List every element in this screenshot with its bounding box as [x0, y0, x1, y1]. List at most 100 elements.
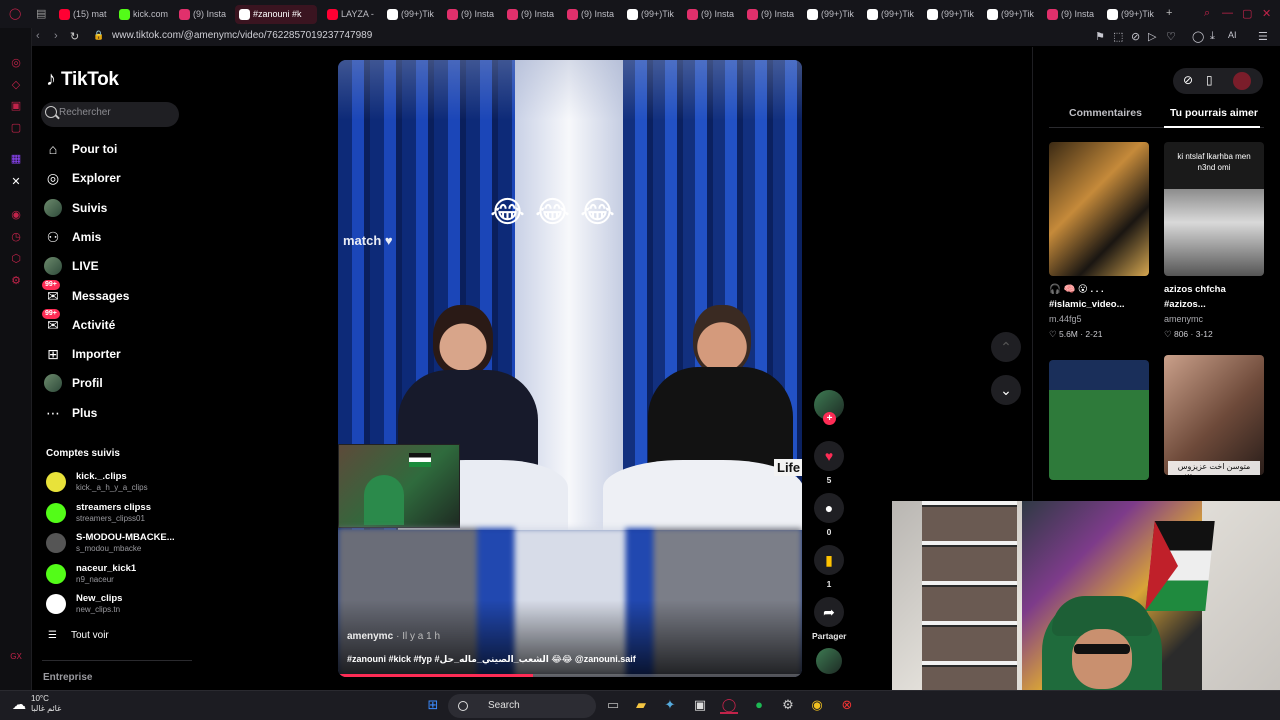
- nav-item-live[interactable]: LIVE: [44, 255, 184, 277]
- video-author[interactable]: amenymc · Il y a 1 h: [347, 631, 440, 642]
- share-button[interactable]: ➦ Partager: [812, 597, 847, 641]
- browser-tab[interactable]: (99+)Tik: [923, 5, 981, 24]
- maximize-button[interactable]: ▢: [1242, 7, 1252, 20]
- nav-item-amis[interactable]: ⚇ Amis: [44, 226, 184, 248]
- store-icon[interactable]: ▣: [691, 696, 709, 714]
- bookmark-icon[interactable]: ⚑: [1095, 30, 1105, 43]
- video-thumbnail[interactable]: ki ntslaf lkarhba men n3nd omi: [1164, 142, 1264, 276]
- next-video-button[interactable]: ⌄: [991, 375, 1021, 405]
- heart-icon[interactable]: ♡: [1166, 30, 1176, 43]
- gx-icon[interactable]: GX: [9, 650, 23, 664]
- video-thumbnail[interactable]: [1049, 360, 1149, 480]
- browser-tab[interactable]: (9) Insta: [683, 5, 741, 24]
- follow-plus-icon[interactable]: +: [823, 412, 836, 425]
- nav-item-explorer[interactable]: ◎ Explorer: [44, 167, 184, 189]
- browser-tab[interactable]: (9) Insta: [563, 5, 621, 24]
- video-thumbnail[interactable]: [1049, 142, 1149, 276]
- compass-icon[interactable]: ⊘: [1183, 73, 1193, 87]
- see-all-button[interactable]: ☰ Tout voir: [48, 630, 109, 641]
- followed-account[interactable]: S-MODOU-MBACKE... s_modou_mbacke: [46, 531, 186, 557]
- close-window-button[interactable]: ✕: [1262, 7, 1271, 20]
- nav-item-profil[interactable]: Profil: [44, 372, 184, 394]
- settings-icon[interactable]: ⚙: [9, 274, 23, 288]
- creator-avatar-button[interactable]: +: [812, 390, 846, 425]
- browser-tab[interactable]: (99+)Tik: [863, 5, 921, 24]
- entreprise-link[interactable]: Entreprise: [43, 672, 92, 683]
- like-button[interactable]: ♥ 5: [812, 441, 846, 485]
- forward-button[interactable]: ›: [54, 30, 58, 42]
- video-thumbnail[interactable]: متوسن اخت عزيزوس تصرح عن سبب طلاق عزيزو …: [1164, 355, 1264, 475]
- browser-tab[interactable]: (99+)Tik: [1103, 5, 1161, 24]
- player-icon[interactable]: ◉: [9, 208, 23, 222]
- browser-tab[interactable]: (9) Insta: [743, 5, 801, 24]
- browser-tab[interactable]: (99+)Tik: [803, 5, 861, 24]
- video-player[interactable]: 😂 😂 😂 match ♥ Life amenymc · Il y a 1 h #…: [338, 60, 802, 677]
- video-caption[interactable]: #zanouni #kick #fyp #الشعب_الصيني_ماله_ح…: [347, 654, 636, 665]
- save-button[interactable]: ▮ 1: [812, 545, 846, 589]
- browser-tab[interactable]: (99+)Tik: [383, 5, 441, 24]
- spotify-icon[interactable]: ●: [750, 696, 768, 714]
- comment-button[interactable]: ● 0: [812, 493, 846, 537]
- tiktok-logo[interactable]: ♪ TikTok: [46, 68, 119, 91]
- chrome-icon[interactable]: ◉: [808, 696, 826, 714]
- minimize-button[interactable]: —: [1222, 7, 1233, 19]
- snapshot-icon[interactable]: ⬚: [1113, 30, 1123, 43]
- history-icon[interactable]: ◷: [9, 230, 23, 244]
- workspaces-icon[interactable]: ▤: [36, 7, 46, 20]
- play-icon[interactable]: ▷: [1148, 30, 1156, 43]
- followed-account[interactable]: New_clips new_clips.tn: [46, 592, 186, 618]
- taskbar-search[interactable]: Search: [448, 694, 596, 718]
- messenger-icon[interactable]: ▣: [9, 99, 23, 113]
- search-input[interactable]: [59, 107, 169, 118]
- app-icon[interactable]: ⊗: [838, 696, 856, 714]
- file-explorer-icon[interactable]: ▰: [632, 696, 650, 714]
- browser-tab[interactable]: kick.com: [115, 5, 173, 24]
- windows-start-icon[interactable]: ⊞: [424, 696, 442, 714]
- steam-icon[interactable]: ⚙: [779, 696, 797, 714]
- phone-icon[interactable]: ▯: [1206, 73, 1213, 87]
- tab-comments[interactable]: Commentaires: [1069, 107, 1142, 119]
- download-icon[interactable]: ⤓: [1210, 30, 1215, 43]
- tab-recommended[interactable]: Tu pourrais aimer: [1170, 107, 1258, 119]
- browser-tab[interactable]: (99+)Tik: [623, 5, 681, 24]
- search-box[interactable]: [41, 102, 179, 127]
- video-progress-bar[interactable]: [338, 674, 802, 677]
- sound-avatar[interactable]: [812, 648, 846, 674]
- twitch-icon[interactable]: ▦: [9, 152, 23, 166]
- nav-item-activité[interactable]: ✉ 99+ Activité: [42, 308, 184, 336]
- opera-gx-icon[interactable]: ◯: [720, 696, 738, 714]
- back-button[interactable]: ‹: [36, 30, 40, 42]
- browser-tab[interactable]: (15) mat: [55, 5, 113, 24]
- nav-item-suivis[interactable]: Suivis: [44, 197, 184, 219]
- adblock-icon[interactable]: ⊘: [1131, 30, 1140, 43]
- followed-account[interactable]: naceur_kick1 n9_naceur: [46, 562, 186, 588]
- x-icon[interactable]: ✕: [9, 175, 23, 189]
- instagram-sidebar-icon[interactable]: ▢: [9, 121, 23, 135]
- browser-tab[interactable]: LAYZA -: [323, 5, 381, 24]
- browser-tab[interactable]: (99+)Tik: [983, 5, 1041, 24]
- video-card-info[interactable]: 🎧 🧠 😮 . . . #islamic_video... m.44fg5 ♡ 5.6…: [1049, 282, 1159, 342]
- opera-menu-icon[interactable]: ◯: [9, 7, 21, 20]
- browser-tab[interactable]: (9) Insta: [175, 5, 233, 24]
- followed-account[interactable]: kick._.clips kick._a_h_y_a_clips: [46, 470, 186, 496]
- task-view-icon[interactable]: ▭: [604, 696, 622, 714]
- user-avatar[interactable]: [1233, 72, 1251, 90]
- new-tab-button[interactable]: +: [1166, 7, 1172, 19]
- tab-search-icon[interactable]: ⌕: [1204, 7, 1210, 20]
- copilot-icon[interactable]: ✦: [661, 696, 679, 714]
- extensions-icon[interactable]: ⬡: [9, 252, 23, 266]
- aria-icon[interactable]: ◎: [9, 56, 23, 70]
- browser-tab[interactable]: (9) Insta: [503, 5, 561, 24]
- author-name[interactable]: amenymc: [347, 631, 393, 642]
- menu-icon[interactable]: ☰: [1258, 30, 1268, 43]
- reload-button[interactable]: ↻: [70, 30, 79, 43]
- nav-item-plus[interactable]: ⋯ Plus: [44, 402, 184, 424]
- video-card-info[interactable]: azizos chfcha #azizos... amenymc ♡ 806 · 3-…: [1164, 282, 1274, 342]
- aria-ai-icon[interactable]: AI: [1228, 30, 1237, 40]
- crypto-icon[interactable]: ◇: [9, 78, 23, 92]
- nav-item-importer[interactable]: ⊞ Importer: [44, 343, 184, 365]
- previous-video-button[interactable]: ⌃: [991, 332, 1021, 362]
- browser-tab[interactable]: (9) Insta: [1043, 5, 1101, 24]
- nav-item-pour-toi[interactable]: ⌂ Pour toi: [44, 138, 184, 160]
- url-field[interactable]: www.tiktok.com/@amenymc/video/7622857019…: [112, 30, 372, 41]
